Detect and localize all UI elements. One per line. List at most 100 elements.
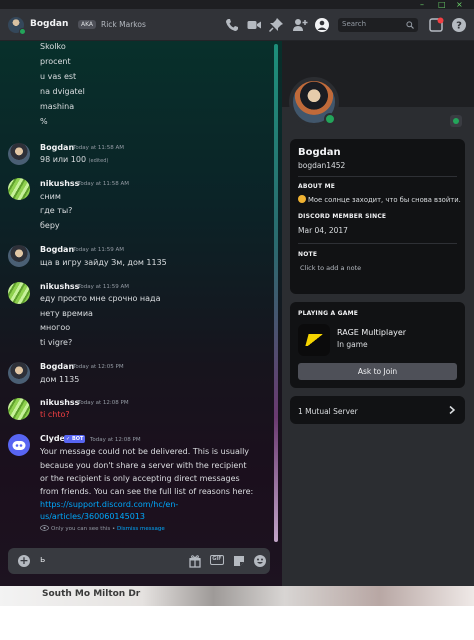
ask-to-join-button[interactable]: Ask to Join <box>298 363 457 380</box>
online-status-icon <box>19 28 26 35</box>
bot-badge: ✓ BOT <box>64 435 86 443</box>
ephemeral-note: Only you can see this • Dismiss message <box>40 525 165 532</box>
avatar[interactable] <box>8 282 30 304</box>
message-line: u vas est <box>40 72 77 81</box>
message-line: mashina <box>40 102 75 111</box>
message-author[interactable]: nikushss <box>40 398 79 407</box>
member-since-title: DISCORD MEMBER SINCE <box>298 213 387 220</box>
message-line: еду просто мне срочно нада <box>40 294 161 303</box>
upload-plus-icon[interactable]: + <box>18 555 30 567</box>
message-timestamp: Today at 12:08 PM <box>78 400 129 406</box>
sun-emoji-icon <box>298 195 306 203</box>
message-line: Skolko <box>40 42 66 51</box>
about-me-text: Мое солнце заходит, что бы снова взойти. <box>298 195 461 204</box>
avatar[interactable] <box>8 245 30 267</box>
divider <box>298 176 457 177</box>
message-input-value[interactable]: ь <box>40 555 45 565</box>
close-icon[interactable]: × <box>456 0 463 9</box>
message-line: нету времиа <box>40 309 93 318</box>
avatar[interactable] <box>8 143 30 165</box>
search-icon <box>406 21 414 29</box>
gif-button[interactable]: GIF <box>210 555 224 565</box>
message-author[interactable]: Bogdan <box>40 143 74 152</box>
profile-info-card: Bogdan bogdan1452 ABOUT ME Мое солнце за… <box>290 139 465 294</box>
message-timestamp: Today at 12:05 PM <box>73 364 124 370</box>
aka-badge: AKA <box>78 20 97 29</box>
message-timestamp: Today at 11:58 AM <box>78 181 130 187</box>
message-line: 98 или 100 (edited) <box>40 155 109 164</box>
avatar[interactable] <box>8 362 30 384</box>
message-line: сним <box>40 192 61 201</box>
search-placeholder: Search <box>342 20 367 28</box>
message-timestamp: Today at 11:58 AM <box>73 145 125 151</box>
dismiss-message-link[interactable]: Dismiss message <box>117 526 165 532</box>
help-icon[interactable]: ? <box>451 17 467 33</box>
message-timestamp: Today at 11:59 AM <box>73 247 125 253</box>
message-line: многоо <box>40 323 71 332</box>
search-input[interactable]: Search <box>338 18 418 32</box>
message-line: где ты? <box>40 206 73 215</box>
chevron-right-icon <box>447 405 457 415</box>
support-link[interactable]: us/articles/360060145013 <box>40 512 145 521</box>
gift-icon[interactable] <box>188 554 202 568</box>
message-line: from friends. You can see the full list … <box>40 487 254 496</box>
activity-card: PLAYING A GAME RAGE Multiplayer In game … <box>290 302 465 388</box>
chat-scrollbar[interactable] <box>274 44 278 542</box>
edited-label: (edited) <box>88 158 109 164</box>
eye-icon <box>40 525 49 531</box>
message-timestamp: Today at 11:59 AM <box>78 284 130 290</box>
avatar[interactable] <box>8 178 30 200</box>
minimize-icon[interactable]: – <box>420 0 424 9</box>
dm-recipient-name[interactable]: Bogdan <box>30 19 68 29</box>
game-icon <box>298 324 330 356</box>
message-input[interactable]: + ь GIF <box>8 548 270 574</box>
sticker-icon[interactable] <box>232 554 246 568</box>
user-profile-icon[interactable] <box>314 17 330 33</box>
game-state: In game <box>337 340 368 349</box>
window-titlebar: – □ × <box>0 0 474 9</box>
message-line: % <box>40 117 48 126</box>
note-title: NOTE <box>298 251 318 258</box>
message-author[interactable]: nikushss <box>40 282 79 291</box>
about-me-title: ABOUT ME <box>298 183 336 190</box>
message-timestamp: Today at 12:08 PM <box>90 437 141 443</box>
avatar[interactable] <box>8 398 30 420</box>
online-status-icon <box>324 113 336 125</box>
note-input[interactable]: Click to add a note <box>300 264 361 272</box>
user-profile-panel: Bogdan bogdan1452 ABOUT ME Мое солнце за… <box>282 41 474 586</box>
support-link[interactable]: https://support.discord.com/hc/en- <box>40 500 178 509</box>
message-line: ща в игру зайду Зм, дом 1135 <box>40 258 167 267</box>
message-line: na dvigatel <box>40 87 85 96</box>
member-since-date: Mar 04, 2017 <box>298 226 348 235</box>
message-line: ti vigre? <box>40 338 73 347</box>
emoji-icon[interactable] <box>253 554 267 568</box>
message-line: ti chto? <box>40 410 70 419</box>
profile-display-name: Bogdan <box>298 147 341 158</box>
nitro-badge-icon[interactable] <box>450 115 462 127</box>
message-line: procent <box>40 57 71 66</box>
dm-header: Bogdan AKA Rick Markos Search ? <box>0 9 474 41</box>
maximize-icon[interactable]: □ <box>438 0 446 9</box>
avatar[interactable] <box>8 434 30 456</box>
divider <box>298 243 457 244</box>
background-window-text: South Mo Milton Dr <box>42 589 141 599</box>
svg-text:?: ? <box>456 21 462 32</box>
message-line: Your message could not be delivered. Thi… <box>40 447 250 456</box>
mutual-servers-label: 1 Mutual Server <box>298 407 358 416</box>
message-author[interactable]: Bogdan <box>40 362 74 371</box>
mutual-servers-button[interactable]: 1 Mutual Server <box>290 396 465 424</box>
message-line: or the recipient is only accepting direc… <box>40 474 240 483</box>
add-friend-icon[interactable] <box>292 17 308 33</box>
phone-icon[interactable] <box>224 17 240 33</box>
message-author[interactable]: Bogdan <box>40 245 74 254</box>
message-author[interactable]: Clyde <box>40 434 65 443</box>
game-name: RAGE Multiplayer <box>337 328 407 337</box>
video-icon[interactable] <box>246 17 262 33</box>
profile-username: bogdan1452 <box>298 161 346 170</box>
taskbar <box>0 606 474 640</box>
inbox-icon[interactable] <box>428 17 444 33</box>
message-line: because you don't share a server with th… <box>40 461 247 470</box>
alias-name: Rick Markos <box>101 20 146 29</box>
message-author[interactable]: nikushss <box>40 179 79 188</box>
pin-icon[interactable] <box>268 17 284 33</box>
